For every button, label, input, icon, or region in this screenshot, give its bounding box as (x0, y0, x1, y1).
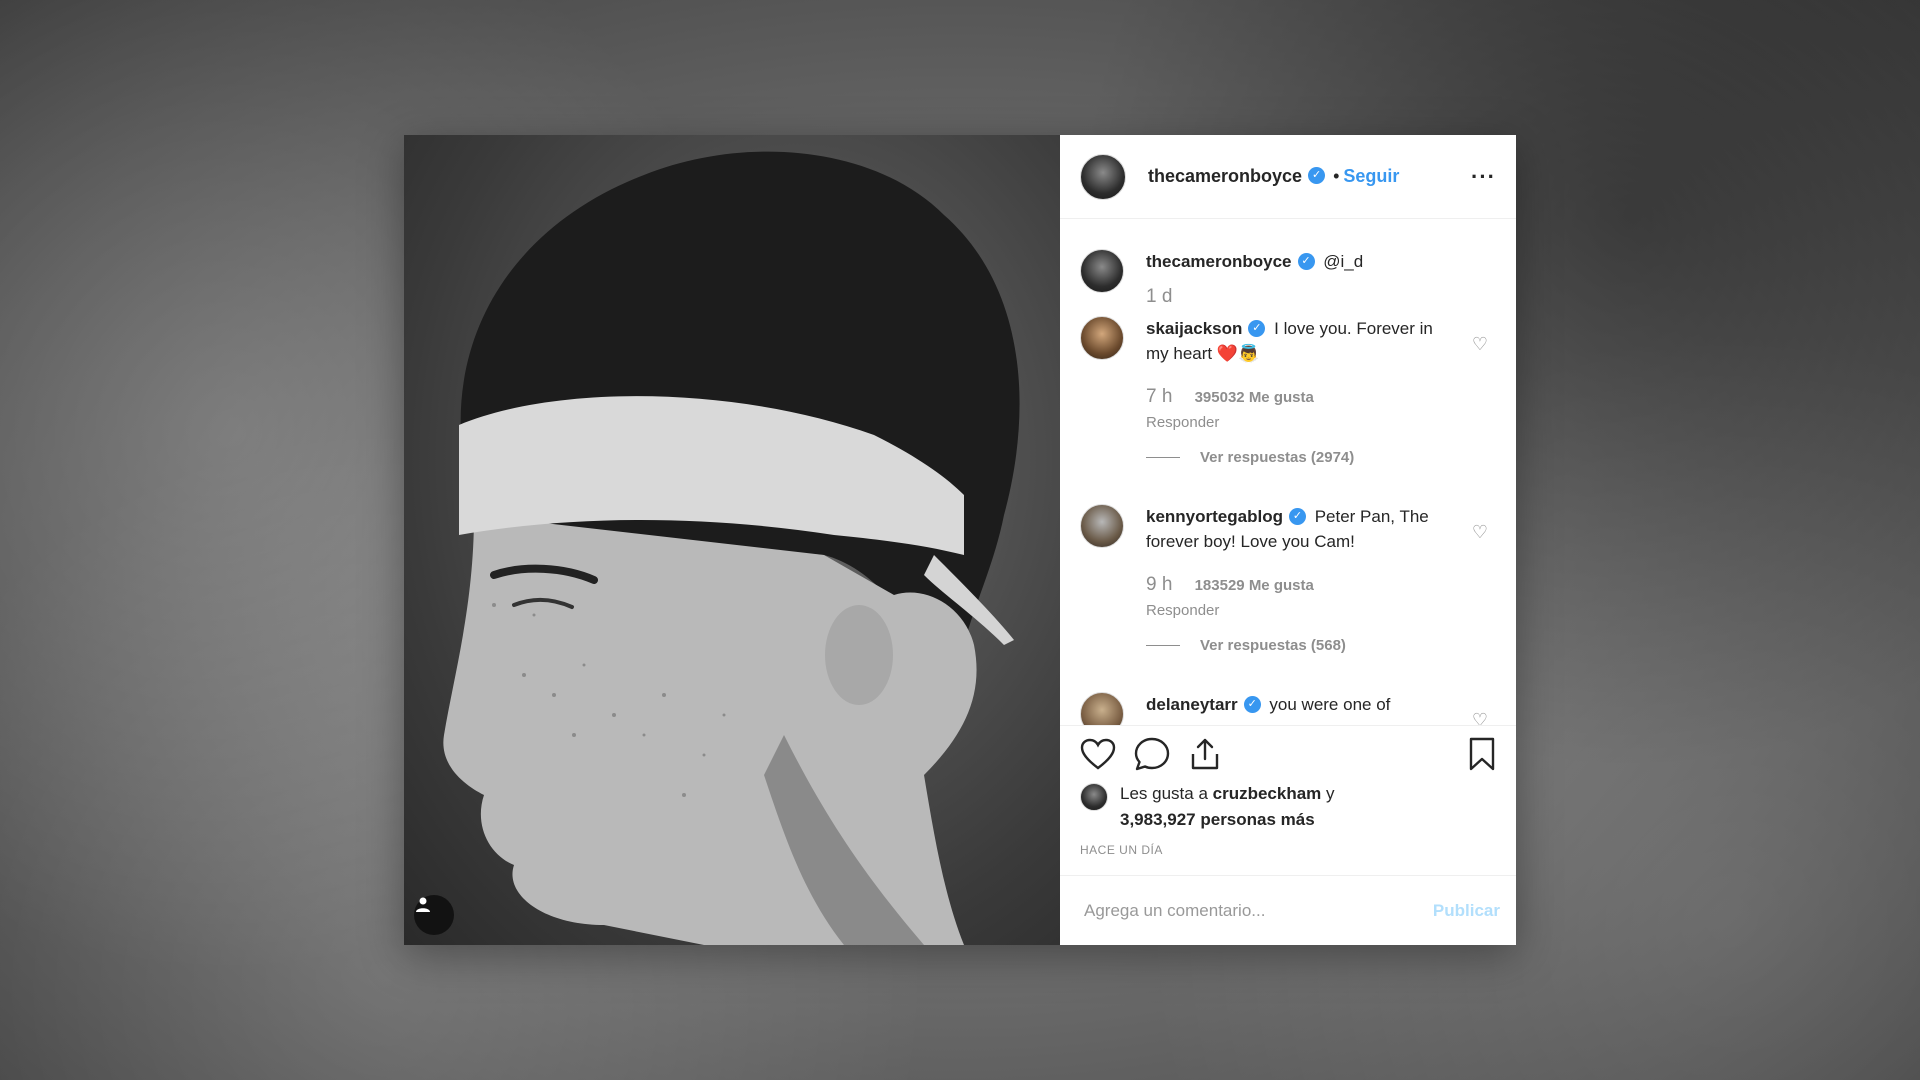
instagram-post: thecameronboyce ✓ • Seguir ··· thecamero… (404, 135, 1516, 945)
author-avatar[interactable] (1080, 153, 1126, 200)
reply-button[interactable]: Responder (1146, 598, 1446, 623)
comment-like-heart-icon[interactable]: ♡ (1472, 522, 1488, 543)
comment-icon[interactable] (1134, 737, 1170, 771)
caption-time: 1 d (1146, 286, 1173, 307)
commenter-avatar[interactable] (1080, 316, 1124, 360)
comment-username[interactable]: delaneytarr (1146, 695, 1238, 714)
likes-conjunction: y (1326, 784, 1335, 803)
post-side-panel: thecameronboyce ✓ • Seguir ··· thecamero… (1060, 135, 1516, 945)
verified-icon: ✓ (1297, 253, 1315, 271)
post-photo (404, 135, 1060, 945)
author-username[interactable]: thecameronboyce (1148, 166, 1302, 187)
post-timestamp: HACE UN DÍA (1080, 843, 1163, 857)
comment-like-heart-icon[interactable]: ♡ (1472, 334, 1488, 355)
verified-icon: ✓ (1308, 167, 1326, 184)
verified-icon: ✓ (1243, 696, 1261, 714)
likes-prefix: Les gusta a (1120, 784, 1208, 803)
comment-username[interactable]: kennyortegablog (1146, 507, 1283, 526)
add-comment-bar: Publicar (1060, 875, 1516, 945)
view-replies-label: Ver respuestas (2974) (1200, 449, 1355, 466)
likes-summary: Les gusta a cruzbeckham y 3,983,927 pers… (1080, 781, 1496, 833)
comment-input[interactable] (1082, 899, 1433, 922)
verified-icon: ✓ (1288, 508, 1306, 526)
comment: delaneytarr ✓ you were one of ♡ (1080, 692, 1496, 725)
liker-avatar[interactable] (1080, 783, 1108, 811)
comment: skaijackson ✓ I love you. Forever in my h… (1080, 316, 1496, 470)
publish-button[interactable]: Publicar (1433, 901, 1500, 921)
separator-dot: • (1333, 166, 1340, 186)
comment-likes[interactable]: 395032 Me gusta (1195, 389, 1314, 406)
view-replies-button[interactable]: Ver respuestas (568) (1146, 633, 1446, 658)
user-tag-icon[interactable] (414, 895, 454, 935)
commenter-avatar[interactable] (1080, 504, 1124, 548)
commenter-avatar[interactable] (1080, 692, 1124, 725)
post-actions (1060, 725, 1516, 781)
caption-text[interactable]: @i_d (1323, 252, 1363, 271)
verified-icon: ✓ (1248, 320, 1266, 338)
more-options-icon[interactable]: ··· (1471, 164, 1496, 190)
caption-username[interactable]: thecameronboyce (1146, 252, 1292, 271)
bookmark-icon[interactable] (1468, 737, 1496, 771)
replies-divider (1146, 457, 1180, 458)
comments-list[interactable]: thecameronboyce ✓ @i_d 1 d skaijackson ✓ I… (1060, 219, 1516, 725)
replies-divider (1146, 645, 1180, 646)
comment-time: 9 h (1146, 574, 1173, 595)
view-replies-button[interactable]: Ver respuestas (2974) (1146, 445, 1446, 470)
caption-avatar[interactable] (1080, 249, 1124, 293)
post-header: thecameronboyce ✓ • Seguir ··· (1060, 135, 1516, 219)
reply-button[interactable]: Responder (1146, 410, 1446, 435)
follow-button[interactable]: Seguir (1343, 166, 1399, 187)
comment: kennyortegablog ✓ Peter Pan, The forever … (1080, 504, 1496, 658)
comment-text: you were one of (1269, 695, 1391, 714)
portrait-illustration (443, 151, 1020, 945)
comment-username[interactable]: skaijackson (1146, 319, 1242, 338)
heart-icon[interactable] (1080, 738, 1116, 770)
share-icon[interactable] (1188, 737, 1222, 771)
caption: thecameronboyce ✓ @i_d 1 d (1080, 249, 1496, 310)
comment-time: 7 h (1146, 386, 1173, 407)
likes-count[interactable]: 3,983,927 personas más (1120, 810, 1315, 829)
liker-username[interactable]: cruzbeckham (1213, 784, 1322, 803)
view-replies-label: Ver respuestas (568) (1200, 637, 1346, 654)
comment-likes[interactable]: 183529 Me gusta (1195, 577, 1314, 594)
comment-like-heart-icon[interactable]: ♡ (1472, 710, 1488, 725)
